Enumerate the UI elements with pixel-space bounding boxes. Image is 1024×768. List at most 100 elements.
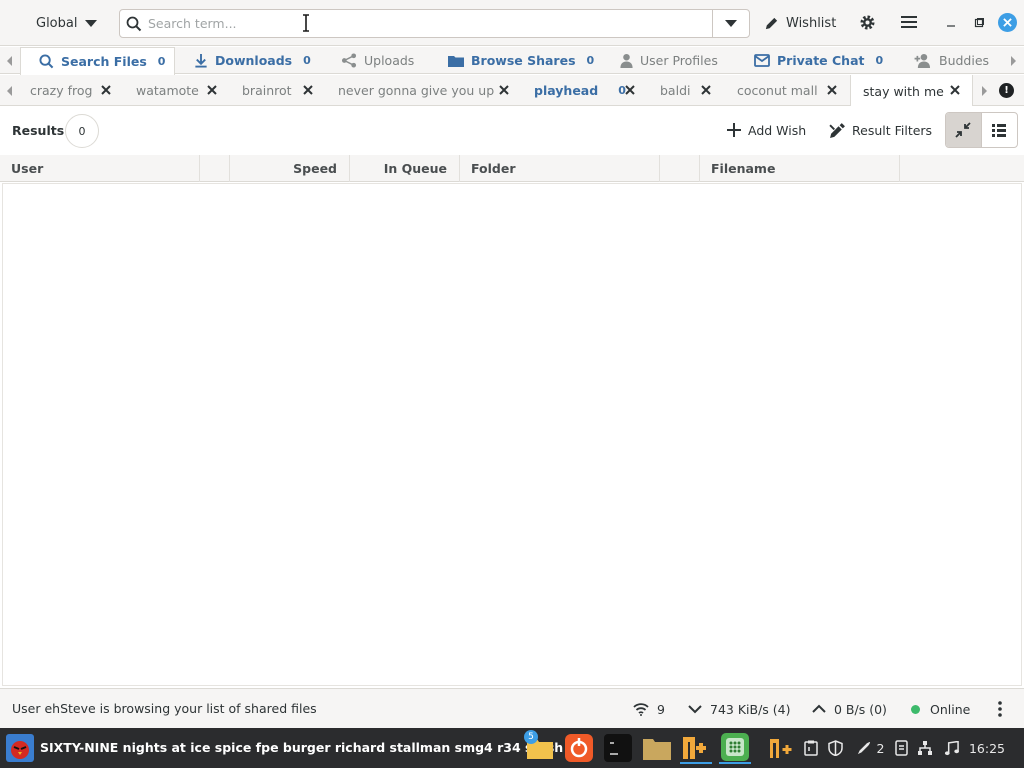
search-scope-label: Global <box>36 15 78 31</box>
connections-indicator[interactable]: 9 <box>633 700 665 718</box>
download-speed: 743 KiB/s (4) <box>710 701 791 717</box>
connections-count: 9 <box>657 701 665 717</box>
search-scope-dropdown[interactable]: Global <box>36 10 98 36</box>
search-tab-label: playhead <box>534 83 599 98</box>
result-filters-button[interactable]: Result Filters <box>829 120 932 140</box>
add-wish-button[interactable]: Add Wish <box>726 120 806 140</box>
rocket-icon <box>857 741 870 754</box>
tab-label: Search Files <box>61 54 147 69</box>
close-tab-icon[interactable] <box>100 84 112 96</box>
chevron-down-icon <box>725 20 737 27</box>
column-filename[interactable]: Filename <box>700 155 900 182</box>
terminal-icon[interactable] <box>602 732 634 764</box>
close-tab-icon[interactable] <box>624 84 636 96</box>
scroll-right-icon[interactable] <box>982 86 987 96</box>
archive-folder-icon[interactable] <box>641 732 673 764</box>
close-tab-icon[interactable] <box>826 84 838 96</box>
column-folder[interactable]: Folder <box>460 155 660 182</box>
chevron-up-icon <box>812 704 826 713</box>
clock-time: 16:25 <box>968 740 1006 756</box>
tab-private-chat[interactable]: Private Chat 0 <box>754 47 883 74</box>
keyboard-layout-icon[interactable] <box>892 738 910 758</box>
scroll-right-icon[interactable] <box>1011 56 1016 66</box>
tab-uploads[interactable]: Uploads <box>341 47 414 74</box>
shield-icon[interactable] <box>826 738 844 758</box>
results-count: 0 <box>78 124 86 138</box>
scroll-left-icon[interactable] <box>7 86 12 96</box>
search-tab[interactable]: never gonna give you up <box>338 75 494 106</box>
tab-user-profiles[interactable]: User Profiles <box>620 47 718 74</box>
online-status-button[interactable]: Online <box>911 700 970 718</box>
search-input[interactable] <box>148 11 712 36</box>
list-icon <box>992 123 1007 137</box>
user-icon <box>620 53 633 68</box>
text-cursor-icon <box>303 14 309 32</box>
tab-label: User Profiles <box>640 53 718 68</box>
results-list[interactable] <box>2 183 1022 686</box>
software-center-icon[interactable] <box>563 732 595 764</box>
column-in-queue[interactable]: In Queue <box>350 155 460 182</box>
filter-edit-icon <box>829 122 845 138</box>
search-icon <box>39 54 54 69</box>
upload-speed-indicator[interactable]: 0 B/s (0) <box>812 700 887 718</box>
results-column-header: User Speed In Queue Folder Filename <box>0 155 1024 182</box>
status-bar: User ehSteve is browsing your list of sh… <box>0 688 1024 728</box>
tab-buddies[interactable]: Buddies <box>914 47 989 74</box>
calculator-app-icon[interactable] <box>719 732 751 764</box>
close-tab-icon[interactable] <box>206 84 218 96</box>
network-icon[interactable] <box>916 738 934 758</box>
search-tab[interactable]: coconut mall <box>737 75 818 106</box>
add-wish-label: Add Wish <box>748 122 807 138</box>
search-history-dropdown[interactable] <box>712 10 749 37</box>
list-view-button[interactable] <box>982 113 1018 147</box>
header-bar: Global Wishlist <box>0 0 1024 46</box>
search-tab[interactable]: brainrot <box>242 75 292 106</box>
search-box <box>119 9 750 38</box>
wishlist-label: Wishlist <box>786 15 837 31</box>
column-country[interactable] <box>200 155 230 182</box>
close-tab-icon[interactable] <box>302 84 314 96</box>
column-label: In Queue <box>383 161 447 176</box>
more-options-icon[interactable] <box>998 700 1002 718</box>
nicotine-tray-icon[interactable] <box>768 738 796 758</box>
menu-icon[interactable] <box>899 12 919 32</box>
wifi-icon <box>633 703 649 716</box>
tab-count: 0 <box>586 54 595 67</box>
column-label: Filename <box>711 161 776 176</box>
exclamation-icon[interactable]: ! <box>999 83 1014 98</box>
music-note-icon[interactable] <box>942 738 960 758</box>
column-file-type[interactable] <box>660 155 700 182</box>
gear-icon[interactable] <box>857 12 877 32</box>
folder-icon <box>448 55 464 67</box>
clipboard-icon[interactable] <box>802 738 820 758</box>
column-label: Folder <box>471 161 516 176</box>
active-window-title[interactable]: SIXTY-NINE nights at ice spice fpe burge… <box>40 740 563 755</box>
results-label: Results <box>12 123 65 138</box>
wishlist-button[interactable]: Wishlist <box>764 10 836 36</box>
download-speed-indicator[interactable]: 743 KiB/s (4) <box>688 700 790 718</box>
search-tab[interactable]: watamote <box>136 75 199 106</box>
angry-bird-icon[interactable] <box>4 732 36 764</box>
search-tab-active[interactable]: stay with me <box>850 75 973 107</box>
column-speed[interactable]: Speed <box>230 155 350 182</box>
notifications-tray[interactable]: 2 <box>852 738 888 758</box>
minimize-icon[interactable] <box>942 14 960 32</box>
column-user[interactable]: User <box>0 155 200 182</box>
search-tab[interactable]: playhead 0 <box>534 75 626 106</box>
tab-downloads[interactable]: Downloads 0 <box>194 47 311 74</box>
tab-browse-shares[interactable]: Browse Shares 0 <box>448 47 594 74</box>
clock[interactable]: 16:25 <box>966 738 1008 758</box>
nicotine-app-icon[interactable] <box>680 732 712 764</box>
close-tab-icon[interactable] <box>949 84 961 96</box>
tab-search-files[interactable]: Search Files 0 <box>20 47 175 75</box>
search-tab[interactable]: crazy frog <box>30 75 92 106</box>
close-tab-icon[interactable] <box>498 84 510 96</box>
nicotine-window: Global Wishlist <box>0 0 1024 728</box>
collapse-button[interactable] <box>946 113 982 147</box>
close-tab-icon[interactable] <box>700 84 712 96</box>
maximize-icon[interactable] <box>970 14 988 32</box>
download-icon <box>195 53 207 68</box>
close-icon[interactable] <box>998 13 1017 32</box>
search-tab[interactable]: baldi <box>660 75 690 106</box>
scroll-left-icon[interactable] <box>7 56 12 66</box>
